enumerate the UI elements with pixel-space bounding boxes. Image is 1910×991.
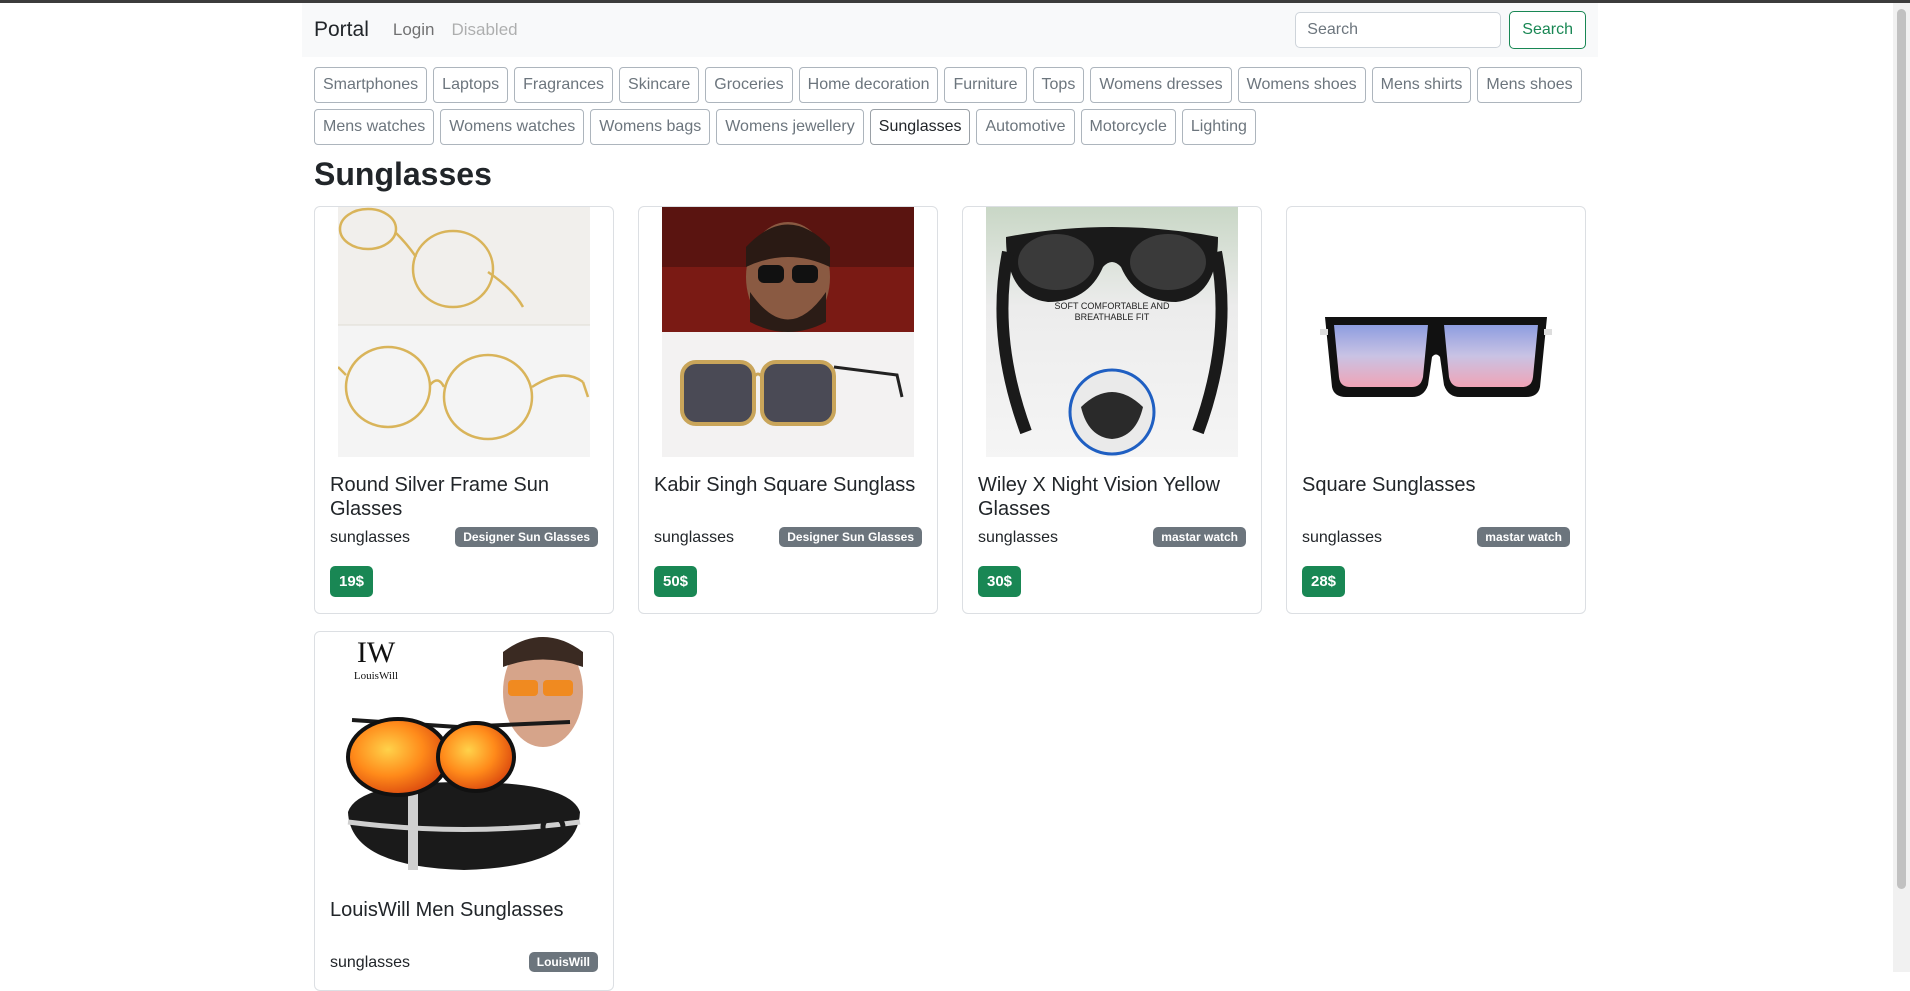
nav-link-disabled: Disabled (451, 20, 518, 39)
price-badge: 50$ (654, 566, 698, 597)
image-caption-line1: SOFT COMFORTABLE AND (1054, 301, 1170, 311)
page-container: Portal Login Disabled Search Search Smar… (302, 3, 1598, 991)
category-button-womens-shoes[interactable]: Womens shoes (1237, 67, 1366, 103)
sport-glasses-image: SOFT COMFORTABLE AND BREATHABLE FIT (986, 207, 1238, 457)
brand-badge: mastar watch (1153, 527, 1246, 547)
category-button-womens-dresses[interactable]: Womens dresses (1090, 67, 1232, 103)
brand-logo-mark: IW (357, 636, 396, 669)
category-button-mens-shoes[interactable]: Mens shoes (1477, 67, 1582, 103)
category-button-laptops[interactable]: Laptops (433, 67, 509, 103)
search-button[interactable]: Search (1509, 11, 1586, 49)
category-button-motorcycle[interactable]: Motorcycle (1080, 109, 1176, 145)
product-category: sunglasses (330, 529, 411, 546)
square-sunglass-image (662, 207, 914, 457)
category-button-tops[interactable]: Tops (1032, 67, 1085, 103)
category-button-mens-shirts[interactable]: Mens shirts (1371, 67, 1472, 103)
category-button-womens-watches[interactable]: Womens watches (440, 109, 585, 145)
category-button-home-decoration[interactable]: Home decoration (798, 67, 939, 103)
brand-badge: mastar watch (1477, 527, 1570, 547)
price-badge: 28$ (1302, 566, 1346, 597)
category-button-sunglasses[interactable]: Sunglasses (869, 109, 971, 145)
product-card[interactable]: Square Sunglasses sunglasses mastar watc… (1286, 206, 1586, 614)
image-caption-line2: BREATHABLE FIT (1075, 312, 1150, 322)
category-button-automotive[interactable]: Automotive (976, 109, 1075, 145)
brand-logo-text: LouisWill (354, 670, 398, 682)
navbar: Portal Login Disabled Search Search (302, 3, 1598, 57)
product-card[interactable]: Kabir Singh Square Sunglass sunglasses D… (638, 206, 938, 614)
nav-link-login[interactable]: Login (393, 20, 435, 40)
product-title[interactable]: LouisWill Men Sunglasses (330, 898, 595, 922)
category-button-mens-watches[interactable]: Mens watches (314, 109, 435, 145)
product-category: sunglasses (1302, 529, 1383, 546)
category-button-group: Smartphones Laptops Fragrances Skincare Groc… (302, 67, 1598, 145)
gradient-square-sunglasses-image (1310, 207, 1562, 457)
orange-mirror-sunglasses-image: IW LouisWill (338, 632, 590, 882)
brand-badge: LouisWill (528, 952, 598, 972)
brand-badge: Designer Sun Glasses (779, 527, 922, 547)
product-title[interactable]: Wiley X Night Vision Yellow Glasses (978, 473, 1243, 521)
product-title[interactable]: Round Silver Frame Sun Glasses (330, 473, 595, 521)
price-badge: 30$ (978, 566, 1022, 597)
category-button-smartphones[interactable]: Smartphones (314, 67, 428, 103)
brand-badge: Designer Sun Glasses (455, 527, 598, 547)
vertical-scrollbar[interactable] (1893, 3, 1910, 972)
category-button-womens-jewellery[interactable]: Womens jewellery (716, 109, 864, 145)
category-button-fragrances[interactable]: Fragrances (514, 67, 614, 103)
search-input[interactable]: Search (1295, 12, 1502, 48)
price-badge: 19$ (330, 566, 374, 597)
page-title: Sunglasses (314, 156, 492, 192)
product-card[interactable]: SOFT COMFORTABLE AND BREATHABLE FIT Wile… (962, 206, 1262, 614)
round-gold-glasses-image (338, 207, 590, 457)
product-category: sunglasses (330, 954, 411, 971)
category-button-groceries[interactable]: Groceries (705, 67, 793, 103)
product-card[interactable]: IW LouisWill LouisWill Men Sunglasses su… (314, 631, 614, 991)
product-title[interactable]: Square Sunglasses (1302, 473, 1567, 497)
navbar-brand[interactable]: Portal (314, 18, 369, 42)
category-filter: Smartphones Laptops Fragrances Skincare Groc… (302, 67, 1598, 145)
scrollbar-thumb[interactable] (1897, 9, 1906, 889)
product-category: sunglasses (978, 529, 1059, 546)
product-title[interactable]: Kabir Singh Square Sunglass (654, 473, 919, 497)
category-button-furniture[interactable]: Furniture (944, 67, 1027, 103)
category-button-womens-bags[interactable]: Womens bags (590, 109, 711, 145)
category-button-skincare[interactable]: Skincare (619, 67, 700, 103)
category-button-lighting[interactable]: Lighting (1181, 109, 1256, 145)
product-category: sunglasses (654, 529, 735, 546)
product-card[interactable]: Round Silver Frame Sun Glasses sunglasse… (314, 206, 614, 614)
